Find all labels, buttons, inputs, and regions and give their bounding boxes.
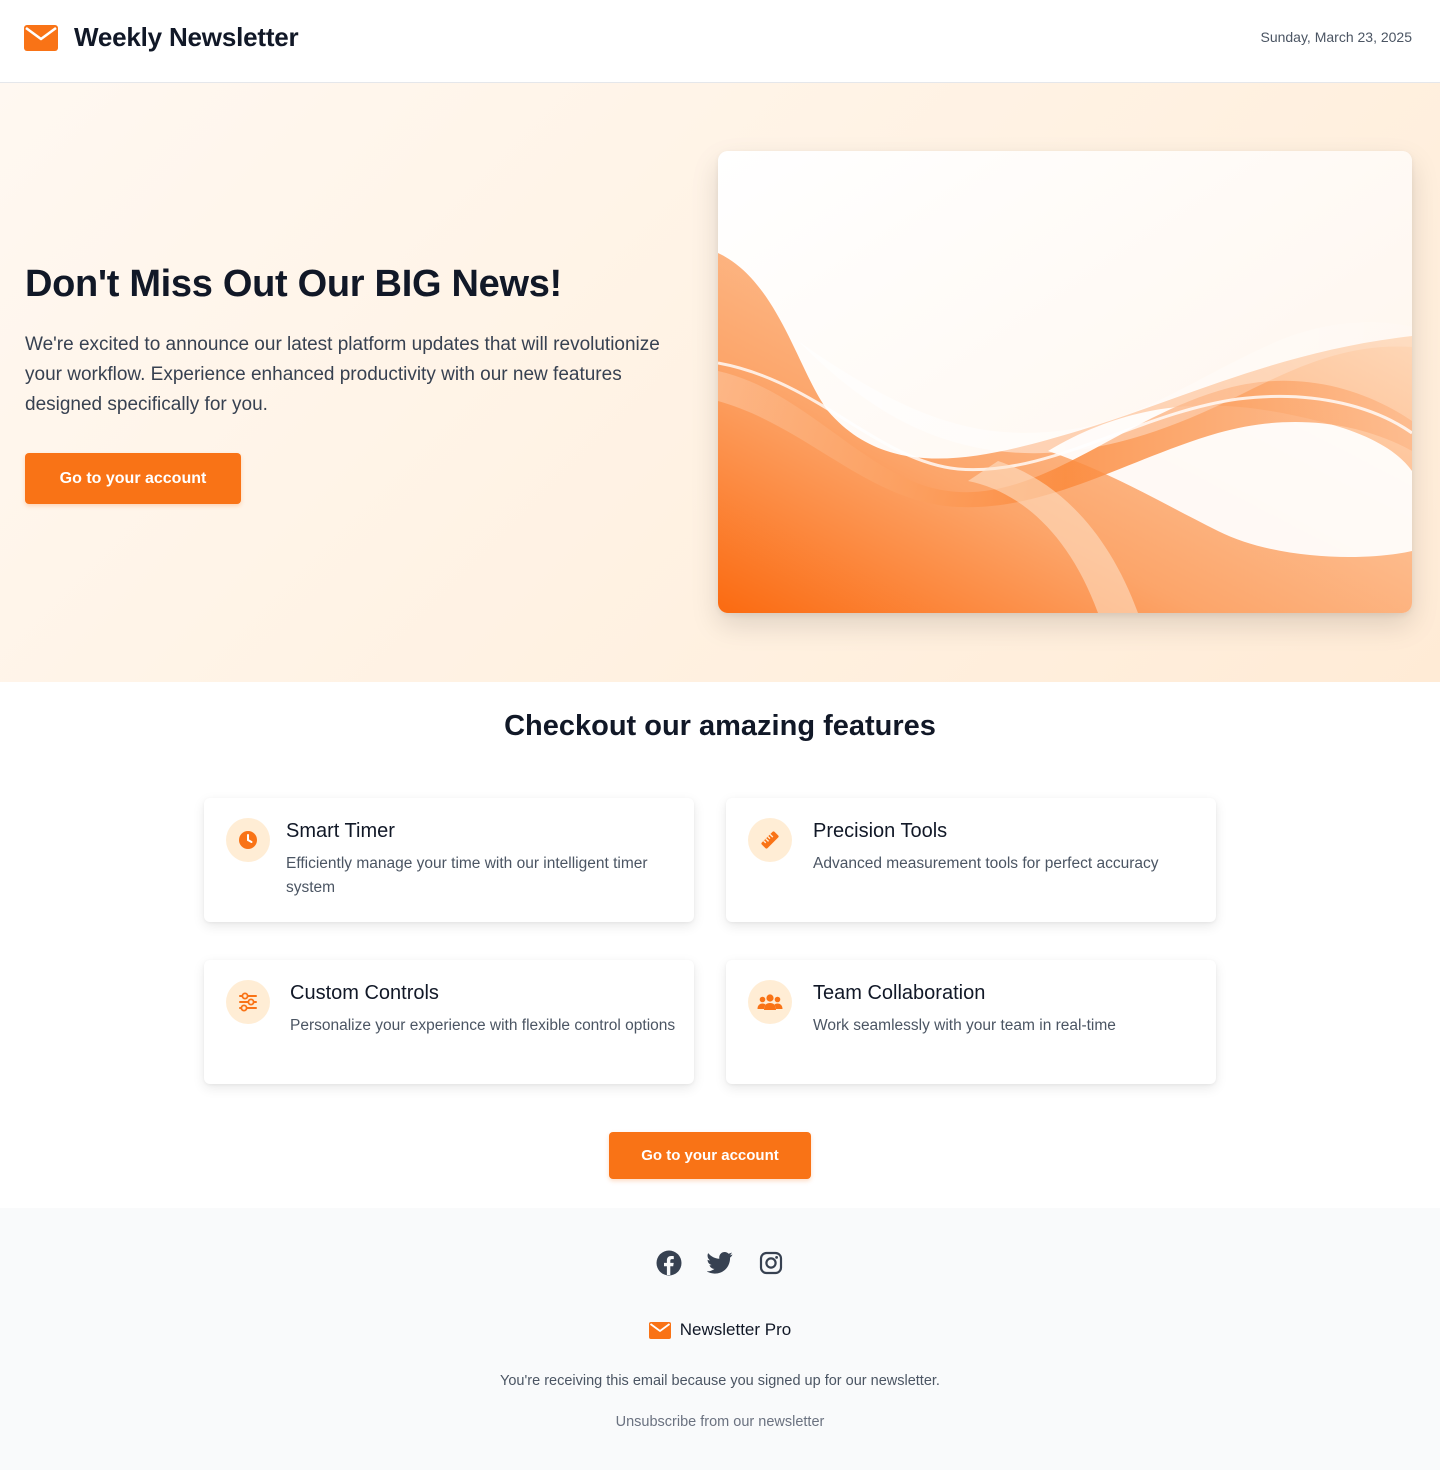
issue-date: Sunday, March 23, 2025 xyxy=(1260,29,1412,45)
hero-title: Don't Miss Out Our BIG News! xyxy=(25,263,562,305)
feature-title: Team Collaboration xyxy=(813,982,986,1004)
feature-title: Smart Timer xyxy=(286,820,395,842)
envelope-icon xyxy=(648,1321,671,1339)
sliders-icon xyxy=(226,980,270,1024)
feature-description: Advanced measurement tools for perfect a… xyxy=(813,855,1159,872)
features-title: Checkout our amazing features xyxy=(504,710,936,742)
clock-icon xyxy=(226,818,270,862)
feature-description: Efficiently manage your time with our in… xyxy=(286,855,648,896)
hero-image xyxy=(718,151,1412,613)
envelope-icon xyxy=(24,24,58,51)
twitter-icon[interactable] xyxy=(707,1250,733,1276)
header: Weekly Newsletter Sunday, March 23, 2025 xyxy=(0,0,1440,83)
social-links xyxy=(0,1250,1440,1276)
feature-card-precision-tools: Precision Tools Advanced measurement too… xyxy=(726,798,1216,922)
hero-text: We're excited to announce our latest pla… xyxy=(25,334,660,415)
footer: Newsletter Pro You're receiving this ema… xyxy=(0,1208,1440,1470)
footer-brand-name: Newsletter Pro xyxy=(679,1320,792,1339)
go-to-account-button[interactable]: Go to your account xyxy=(25,453,241,504)
feature-description: Personalize your experience with flexibl… xyxy=(290,1017,676,1034)
feature-card-team-collaboration: Team Collaboration Work seamlessly with … xyxy=(726,960,1216,1084)
orange-wave-illustration xyxy=(718,151,1412,613)
feature-card-custom-controls: Custom Controls Personalize your experie… xyxy=(204,960,694,1084)
hero-section: Don't Miss Out Our BIG News! We're excit… xyxy=(0,83,1440,682)
unsubscribe-link[interactable]: Unsubscribe from our newsletter xyxy=(616,1414,825,1430)
feature-description: Work seamlessly with your team in real-t… xyxy=(813,1017,1116,1034)
footer-brand: Newsletter Pro xyxy=(0,1320,1440,1340)
ruler-icon xyxy=(748,818,792,862)
facebook-icon[interactable] xyxy=(656,1250,682,1276)
instagram-icon[interactable] xyxy=(758,1250,784,1276)
subscription-note: You're receiving this email because you … xyxy=(500,1373,940,1389)
feature-card-smart-timer: Smart Timer Efficiently manage your time… xyxy=(204,798,694,922)
newsletter-title: Weekly Newsletter xyxy=(74,22,299,52)
brand: Weekly Newsletter xyxy=(24,22,299,53)
feature-title: Custom Controls xyxy=(290,982,439,1004)
feature-title: Precision Tools xyxy=(813,820,948,842)
go-to-account-button-secondary[interactable]: Go to your account xyxy=(609,1132,811,1179)
unsubscribe-row: Unsubscribe from our newsletter xyxy=(0,1414,1440,1430)
users-icon xyxy=(748,980,792,1024)
